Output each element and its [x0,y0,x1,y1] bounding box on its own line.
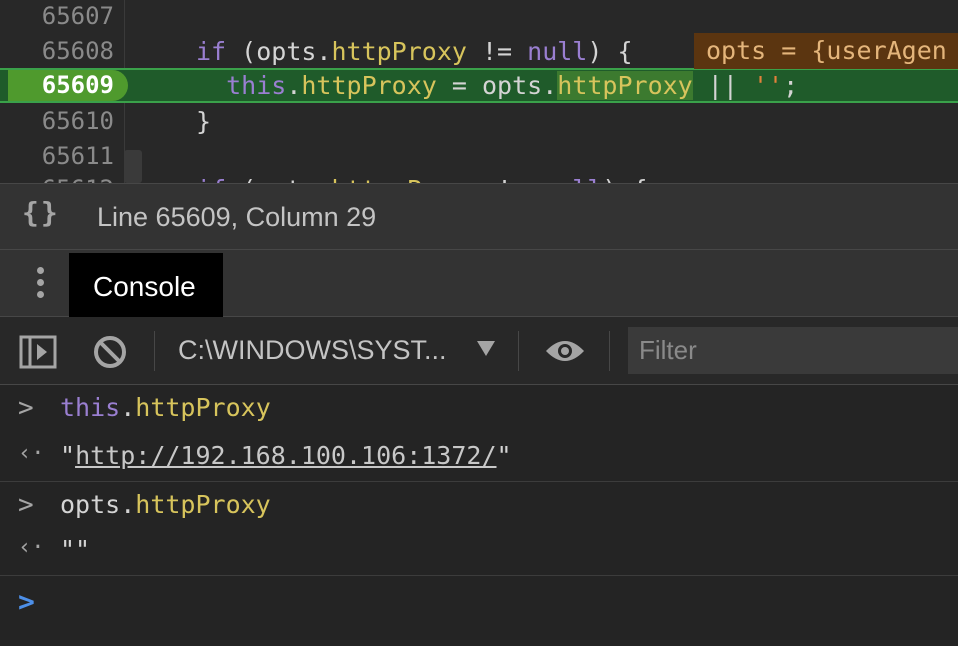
code-token: this [60,393,121,422]
code-token: != [482,175,542,183]
code-token: (opts. [226,175,331,183]
clear-console-icon[interactable] [93,335,127,374]
code-line: 65612 if (opts.httpsProxy != null) { [0,172,958,183]
filter-input[interactable] [628,327,958,374]
code-token: httpProxy [301,71,437,100]
code-token: httpProxy [557,71,693,100]
message-text: "" [60,535,90,564]
code-text: if (opts.httpProxy != null) { [196,34,633,69]
code-token: if [196,175,226,183]
result-arrow-icon: ‹· [18,535,45,560]
line-number[interactable]: 65611 [0,139,114,174]
console-messages[interactable]: > this.httpProxy ‹· "http://192.168.100.… [0,385,958,646]
line-number[interactable]: 65608 [0,34,114,69]
code-text: this.httpProxy = opts.httpProxy || ''; [196,68,798,103]
editor-status-bar: {} Line 65609, Column 29 [0,183,958,250]
message-divider [0,575,958,576]
line-number: 65609 [41,71,114,99]
code-line: 65607 [0,0,958,34]
input-chevron-icon: > [18,490,34,520]
input-chevron-icon: > [18,393,34,423]
show-sidebar-icon[interactable] [19,335,57,374]
line-number[interactable]: 65610 [0,104,114,139]
code-token: httpsProxy [331,175,482,183]
code-token: '' [752,71,784,100]
code-token: httpProxy [331,37,467,66]
code-token: . [120,393,136,422]
toolbar-divider [154,331,155,371]
code-token: = opts. [436,71,558,100]
result-arrow-icon: ‹· [18,441,45,466]
code-token: != [466,37,528,66]
code-token: ) { [587,37,633,66]
code-line: 65610 } [0,104,958,139]
toolbar-divider [609,331,610,371]
console-toolbar: C:\WINDOWS\SYST... [0,317,958,385]
drawer-tab-bar: Console [0,250,958,317]
tab-label: Console [93,271,196,302]
code-line: 65611 [0,139,958,174]
execution-line-marker[interactable]: 65609 [8,70,128,101]
code-token: (opts. [226,37,332,66]
current-execution-line: 65609 this.httpProxy = opts.httpProxy ||… [0,68,958,103]
code-text: if (opts.httpsProxy != null) { [196,172,648,183]
code-token: if [196,37,227,66]
more-options-icon[interactable] [30,267,50,303]
live-expression-eye-icon[interactable] [544,337,586,370]
line-number[interactable]: 65607 [0,0,114,34]
code-token: ; [783,71,799,100]
message-text: "http://192.168.100.106:1372/" [60,441,512,470]
execution-context-select[interactable]: C:\WINDOWS\SYST... [178,335,447,366]
message-text: this.httpProxy [60,393,271,422]
code-token: ) { [602,175,647,183]
code-token: httpProxy [135,490,271,519]
code-token: } [196,107,212,136]
tab-console[interactable]: Console [69,253,223,317]
pretty-print-braces-icon[interactable]: {} [22,196,60,229]
code-token: httpProxy [135,393,271,422]
code-token: "" [60,535,91,564]
code-token: null [527,37,588,66]
inline-variable-value[interactable]: opts = {userAgen [694,33,958,69]
editor-scrollbar-thumb[interactable] [124,150,142,183]
code-token: null [542,175,602,183]
code-text: } [196,104,211,139]
code-token: || [692,71,753,100]
code-token: this [196,71,287,100]
message-divider [0,481,958,482]
code-token[interactable]: http://192.168.100.106:1372/ [75,441,496,470]
cursor-position: Line 65609, Column 29 [97,202,377,232]
code-token: opts. [60,490,136,519]
message-text: opts.httpProxy [60,490,271,519]
code-token: " [496,441,512,470]
line-number[interactable]: 65612 [0,172,114,183]
code-token: " [60,441,76,470]
toolbar-divider [518,331,519,371]
dropdown-arrow-icon[interactable] [477,341,495,356]
code-token: . [286,71,302,100]
source-editor[interactable]: 65607 65608 if (opts.httpProxy != null) … [0,0,958,183]
console-prompt-icon[interactable]: > [18,585,35,618]
